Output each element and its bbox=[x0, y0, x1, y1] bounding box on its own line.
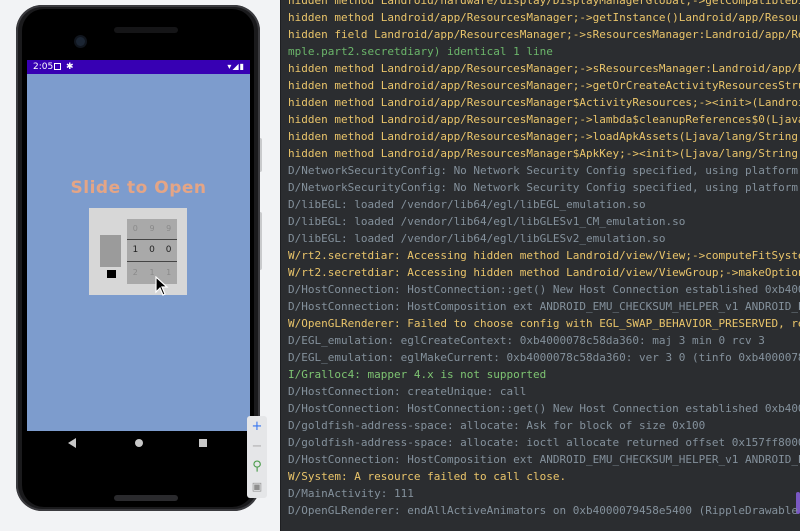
log-line: hidden method Landroid/app/ResourcesMana… bbox=[288, 113, 800, 126]
log-line: hidden method Landroid/app/ResourcesMana… bbox=[288, 79, 800, 92]
android-nav-bar bbox=[27, 431, 250, 455]
device-screen[interactable]: 2:05 ✱ ▾◢▮ Slide to Open 0 9 9 1 0 0 2 1… bbox=[27, 60, 250, 455]
digit-cell[interactable]: 1 bbox=[149, 268, 154, 277]
log-line: hidden method Landroid/app/ResourcesMana… bbox=[288, 62, 800, 75]
log-line: D/HostConnection: createUnique: call bbox=[288, 385, 527, 398]
log-line: W/System: A resource failed to call clos… bbox=[288, 470, 567, 483]
mouse-cursor-icon bbox=[155, 276, 169, 296]
zoom-fit-icon[interactable]: ⚲ bbox=[247, 458, 267, 476]
log-line: hidden method Landroid/app/ResourcesMana… bbox=[288, 96, 800, 109]
log-line: I/Gralloc4: mapper 4.x is not supported bbox=[288, 368, 547, 381]
log-line: D/HostConnection: HostComposition ext AN… bbox=[288, 453, 800, 466]
bottom-speaker bbox=[114, 495, 178, 501]
log-line: W/rt2.secretdiar: Accessing hidden metho… bbox=[288, 266, 800, 279]
log-line: hidden method Landroid/app/ResourcesMana… bbox=[288, 130, 800, 143]
log-line: hidden method Landroid/app/ResourcesMana… bbox=[288, 147, 800, 160]
lock-panel: 0 9 9 1 0 0 2 1 1 bbox=[89, 208, 187, 295]
status-bar: 2:05 ✱ ▾◢▮ bbox=[27, 60, 250, 74]
log-line: D/HostConnection: HostConnection::get() … bbox=[288, 402, 800, 415]
notification-icon bbox=[54, 63, 61, 70]
log-line: W/rt2.secretdiar: Accessing hidden metho… bbox=[288, 249, 800, 262]
digit-cell[interactable]: 0 bbox=[166, 245, 172, 255]
zoom-out-button[interactable]: − bbox=[247, 438, 267, 456]
log-line: D/goldfish-address-space: allocate: ioct… bbox=[288, 436, 800, 449]
home-icon[interactable] bbox=[135, 439, 143, 447]
log-line: D/NetworkSecurityConfig: No Network Secu… bbox=[288, 181, 800, 194]
zoom-toolbar: + − ⚲ ▣ bbox=[247, 416, 267, 498]
digit-row: 0 9 9 bbox=[127, 219, 177, 237]
recents-icon[interactable] bbox=[199, 439, 207, 447]
log-line: D/HostConnection: HostComposition ext AN… bbox=[288, 300, 800, 313]
digit-cell[interactable]: 0 bbox=[133, 224, 138, 233]
digit-cell[interactable]: 9 bbox=[149, 224, 154, 233]
zoom-in-button[interactable]: + bbox=[247, 418, 267, 436]
log-line: hidden field Landroid/app/ResourcesManag… bbox=[288, 28, 800, 41]
log-line: W/OpenGLRenderer: Failed to choose confi… bbox=[288, 317, 800, 330]
earpiece-speaker bbox=[114, 27, 178, 33]
digit-cell[interactable]: 0 bbox=[149, 245, 155, 255]
slider-knob[interactable] bbox=[107, 270, 116, 278]
log-line: D/OpenGLRenderer: endAllActiveAnimators … bbox=[288, 504, 800, 517]
log-line: hidden method Landroid/hardware/display/… bbox=[288, 0, 800, 7]
settings-gear-icon: ✱ bbox=[66, 62, 74, 72]
log-line: D/libEGL: loaded /vendor/lib64/egl/libGL… bbox=[288, 215, 686, 228]
log-line: D/HostConnection: HostConnection::get() … bbox=[288, 283, 800, 296]
divider bbox=[127, 261, 177, 262]
digit-cell[interactable]: 2 bbox=[133, 268, 138, 277]
front-camera-icon bbox=[76, 37, 85, 46]
combination-dials[interactable]: 0 9 9 1 0 0 2 1 1 bbox=[127, 219, 177, 284]
log-line: D/EGL_emulation: eglMakeCurrent: 0xb4000… bbox=[288, 351, 800, 364]
emulator-pane: 2:05 ✱ ▾◢▮ Slide to Open 0 9 9 1 0 0 2 1… bbox=[0, 0, 280, 531]
log-line: D/libEGL: loaded /vendor/lib64/egl/libEG… bbox=[288, 198, 646, 211]
ide-window: 2:05 ✱ ▾◢▮ Slide to Open 0 9 9 1 0 0 2 1… bbox=[0, 0, 800, 531]
logcat-panel[interactable]: hidden method Landroid/hardware/display/… bbox=[280, 0, 800, 531]
log-line: mple.part2.secretdiary) identical 1 line bbox=[288, 45, 553, 58]
divider bbox=[127, 239, 177, 240]
log-line: hidden method Landroid/app/ResourcesMana… bbox=[288, 11, 800, 24]
digit-cell[interactable]: 1 bbox=[132, 245, 138, 255]
device-frame-icon[interactable]: ▣ bbox=[247, 478, 267, 496]
digit-row: 2 1 1 bbox=[127, 263, 177, 281]
status-time: 2:05 bbox=[33, 62, 54, 72]
digit-cell[interactable]: 9 bbox=[166, 224, 171, 233]
log-line: D/EGL_emulation: eglCreateContext: 0xb40… bbox=[288, 334, 765, 347]
slider-track[interactable] bbox=[100, 235, 121, 267]
digit-row: 1 0 0 bbox=[127, 241, 177, 259]
log-line: D/goldfish-address-space: allocate: Ask … bbox=[288, 419, 706, 432]
log-line: D/NetworkSecurityConfig: No Network Secu… bbox=[288, 164, 800, 177]
back-icon[interactable] bbox=[68, 438, 76, 448]
log-line: D/libEGL: loaded /vendor/lib64/egl/libGL… bbox=[288, 232, 666, 245]
log-line: D/MainActivity: 111 bbox=[288, 487, 414, 500]
app-title: Slide to Open bbox=[70, 178, 207, 198]
signal-battery-icons: ▾◢▮ bbox=[227, 62, 245, 71]
